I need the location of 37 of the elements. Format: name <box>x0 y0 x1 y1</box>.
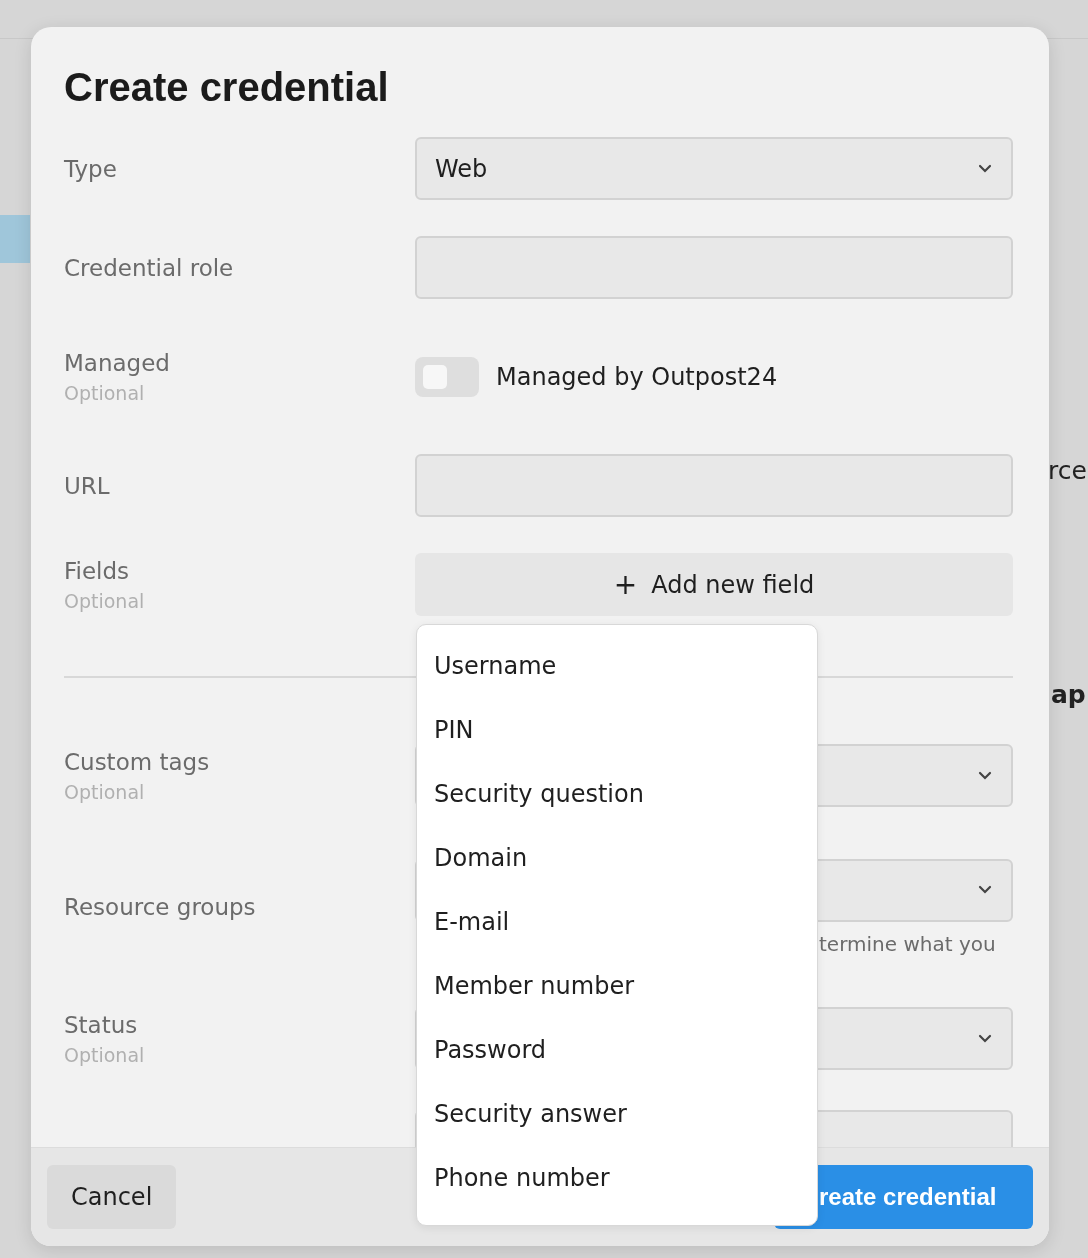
menu-item[interactable]: Username <box>417 634 574 698</box>
optional-hint: Optional <box>64 1043 146 1066</box>
field-label: Credential role <box>64 254 235 281</box>
chevron-down-icon <box>977 1033 993 1044</box>
add-field-button[interactable]: + Add new field <box>415 553 1013 616</box>
field-label: Type <box>64 155 118 182</box>
dialog-title: Create credential <box>64 64 390 111</box>
toggle-switch[interactable] <box>415 356 479 397</box>
field-label: Status <box>64 1011 139 1038</box>
menu-item[interactable]: PIN <box>417 698 491 762</box>
helper-text: termine what you <box>818 931 997 956</box>
chevron-down-icon <box>977 770 993 781</box>
field-label: Managed <box>64 349 171 376</box>
menu-item[interactable]: Password <box>417 1018 564 1082</box>
background-text: rce <box>1048 456 1087 485</box>
field-label: Custom tags <box>64 748 211 775</box>
field-label: Resource groups <box>64 894 257 920</box>
select-field[interactable]: Web <box>415 137 1013 200</box>
selected-row-highlight <box>0 215 30 263</box>
menu-item[interactable]: Domain <box>417 826 545 890</box>
cancel-button[interactable]: Cancel <box>47 1165 177 1229</box>
chevron-down-icon <box>977 163 993 174</box>
background-text: ap <box>1051 680 1086 709</box>
menu-item[interactable]: Member number <box>417 954 651 1018</box>
input-field[interactable] <box>415 236 1013 299</box>
menu-item[interactable]: Security question <box>417 762 661 826</box>
optional-hint: Optional <box>64 589 146 612</box>
menu-item[interactable]: Phone number <box>417 1146 627 1210</box>
input-field[interactable] <box>415 454 1013 517</box>
field-label: URL <box>64 472 111 499</box>
field-label: Fields <box>64 557 131 584</box>
menu-item[interactable]: Security answer <box>417 1082 644 1146</box>
optional-hint: Optional <box>64 381 146 404</box>
toggle-label: Managed by Outpost24 <box>496 362 778 391</box>
chevron-down-icon <box>977 885 993 895</box>
menu-item[interactable]: E-mail <box>417 890 527 954</box>
optional-hint: Optional <box>64 780 146 803</box>
